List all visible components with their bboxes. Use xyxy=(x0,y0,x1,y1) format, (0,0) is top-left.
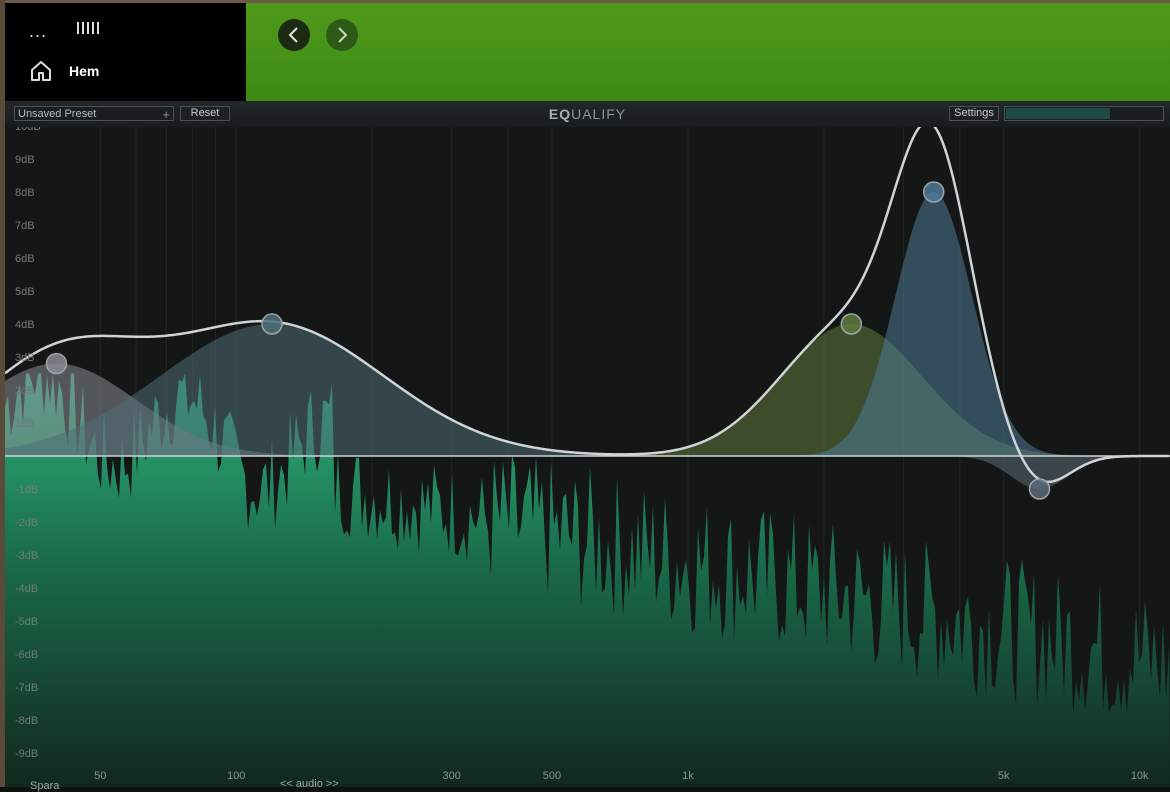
bottom-partial-label: Spara xyxy=(30,780,60,792)
db-label: 1dB xyxy=(15,418,35,430)
equalizer-toolbar: Unsaved Preset + Reset EQUALIFY Settings xyxy=(5,101,1170,128)
chevron-right-icon xyxy=(338,27,348,43)
db-label: -4dB xyxy=(15,583,38,595)
db-label: -5dB xyxy=(15,616,38,628)
back-button[interactable] xyxy=(278,19,310,51)
home-label[interactable]: Hem xyxy=(69,63,99,79)
db-label: -1dB xyxy=(15,484,38,496)
db-label: 9dB xyxy=(15,154,35,166)
top-bar xyxy=(246,3,1170,101)
db-label: -8dB xyxy=(15,715,38,727)
frequency-label: 50 xyxy=(94,770,106,782)
db-label: -9dB xyxy=(15,748,38,760)
bottom-partial-mid: << audio >> xyxy=(280,778,339,790)
more-options-icon[interactable]: ... xyxy=(29,21,47,42)
db-label: -2dB xyxy=(15,517,38,529)
output-meter xyxy=(1004,106,1164,121)
db-label: 3dB xyxy=(15,352,35,364)
band-handle[interactable] xyxy=(840,313,863,335)
frequency-label: 10k xyxy=(1131,770,1149,782)
sidebar: ... Hem xyxy=(5,3,246,101)
chevron-left-icon xyxy=(288,27,298,43)
db-label: 2dB xyxy=(15,385,35,397)
band-handle[interactable] xyxy=(261,313,283,335)
frequency-label: 300 xyxy=(443,770,461,782)
db-label: -6dB xyxy=(15,649,38,661)
db-label: 8dB xyxy=(15,187,35,199)
settings-button[interactable]: Settings xyxy=(949,106,999,121)
band-handle[interactable] xyxy=(45,352,68,375)
db-label: 5dB xyxy=(15,286,35,298)
db-label: -7dB xyxy=(15,682,38,694)
meter-fill xyxy=(1006,108,1111,119)
eq-graph[interactable]: 10dB 9dB 8dB 7dB 6dB 5dB 4dB 3dB 2dB 1dB -1dB -2dB -… xyxy=(5,127,1170,787)
band-handle[interactable] xyxy=(1028,478,1051,500)
db-label: 4dB xyxy=(15,319,35,331)
home-icon[interactable] xyxy=(29,59,53,83)
forward-button[interactable] xyxy=(326,19,358,51)
frequency-label: 500 xyxy=(543,770,561,782)
db-label: 6dB xyxy=(15,253,35,265)
db-label: 7dB xyxy=(15,220,35,232)
library-icon[interactable] xyxy=(76,19,102,39)
band-handle[interactable] xyxy=(922,181,945,203)
db-label: 10dB xyxy=(15,127,41,133)
db-label: -3dB xyxy=(15,550,38,562)
frequency-label: 100 xyxy=(227,770,245,782)
frequency-label: 5k xyxy=(998,770,1010,782)
frequency-label: 1k xyxy=(682,770,694,782)
